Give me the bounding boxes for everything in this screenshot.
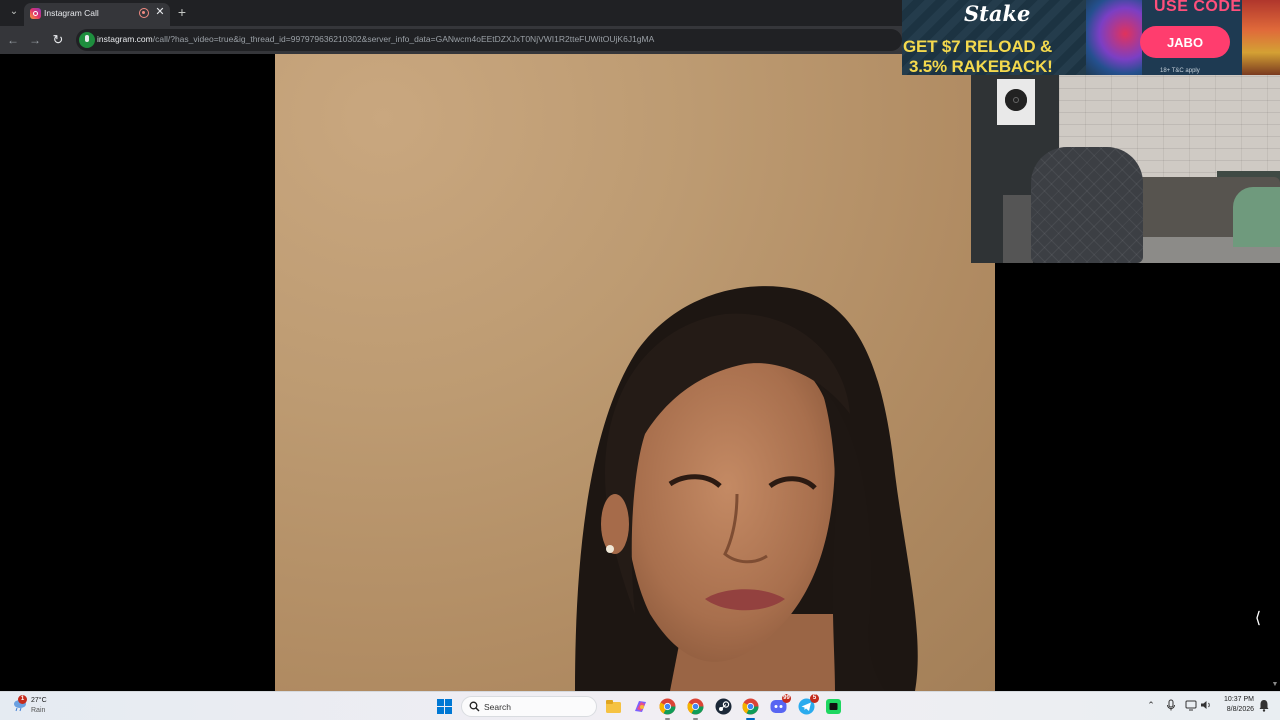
scroll-chevron-down-icon[interactable]: ▼ xyxy=(1270,680,1280,690)
ad-headline-line1: GET $7 RELOAD & xyxy=(903,37,1053,56)
copilot-icon[interactable] xyxy=(631,697,650,716)
tab-search-chevron-icon[interactable]: ⌄ xyxy=(6,4,22,20)
webcam-vinyl-poster xyxy=(997,79,1035,125)
clock-time[interactable]: 10:37 PM xyxy=(1212,696,1254,703)
windows-start-icon[interactable] xyxy=(437,699,452,714)
ad-terms-text: 18+ T&C apply xyxy=(1160,68,1200,74)
tray-chevron-up-icon[interactable]: ⌃ xyxy=(1144,698,1158,712)
search-placeholder: Search xyxy=(484,702,511,712)
telegram-icon[interactable]: 5 xyxy=(797,694,819,716)
back-arrow-icon[interactable]: ← xyxy=(5,32,21,48)
new-tab-plus-icon[interactable]: + xyxy=(174,4,190,20)
volume-icon[interactable] xyxy=(1199,698,1213,712)
screen: ⌄ Instagram Call ✕ + ← → ↻ instagram.com… xyxy=(0,0,1280,720)
taskbar-search-box[interactable]: Search xyxy=(461,696,597,717)
webcam-gaming-chair xyxy=(1031,147,1143,263)
notification-bell-icon[interactable] xyxy=(1258,699,1270,712)
ad-right-panel: USE CODE JABO 18+ T&C apply xyxy=(1140,0,1280,75)
instagram-icon xyxy=(30,8,41,19)
clock-date[interactable]: 8/8/2026 xyxy=(1212,706,1254,713)
webcam-desk xyxy=(1003,195,1033,263)
remote-video-feed[interactable] xyxy=(275,54,995,691)
weather-badge: 1 xyxy=(18,695,27,704)
address-bar[interactable]: instagram.com/call/?has_video=true&ig_th… xyxy=(76,29,902,51)
windows-taskbar: 1 27°C Rain Search 99 5 ⌃ 10:37 PM 8/8/2… xyxy=(0,691,1280,720)
weather-condition: Rain xyxy=(31,707,46,714)
file-explorer-icon[interactable] xyxy=(604,697,623,716)
url-text[interactable]: instagram.com/call/?has_video=true&ig_th… xyxy=(97,34,654,44)
tab-close-icon[interactable]: ✕ xyxy=(153,5,167,19)
discord-icon[interactable]: 99 xyxy=(769,694,791,716)
network-icon[interactable] xyxy=(1184,698,1198,712)
telegram-badge: 5 xyxy=(810,694,819,703)
microphone-icon[interactable] xyxy=(1164,698,1178,712)
ad-left-panel: Stake GET $7 RELOAD & 3.5% RAKEBACK! xyxy=(902,0,1086,75)
recording-indicator-icon xyxy=(139,8,149,18)
messenger-app-icon[interactable] xyxy=(824,697,843,716)
discord-badge: 99 xyxy=(782,694,791,703)
stake-logo: Stake xyxy=(964,1,1031,26)
chrome-profile-icon[interactable] xyxy=(686,697,705,720)
tab-title: Instagram Call xyxy=(44,8,99,18)
forward-arrow-icon[interactable]: → xyxy=(27,32,43,48)
weather-temp: 27°C xyxy=(31,697,47,704)
steam-icon[interactable] xyxy=(714,697,733,716)
streamer-webcam-overlay xyxy=(971,75,1280,263)
chrome-icon[interactable] xyxy=(658,697,677,720)
ad-gift-graphic xyxy=(1242,0,1280,75)
collapse-panel-chevron-icon[interactable]: ⟨ xyxy=(1252,609,1264,629)
ad-use-code-label: USE CODE xyxy=(1154,0,1242,15)
search-icon xyxy=(469,701,480,712)
ad-code-pill: JABO xyxy=(1140,26,1230,58)
browser-tab-instagram-call[interactable]: Instagram Call ✕ xyxy=(24,3,170,26)
webcam-blanket xyxy=(1233,187,1280,247)
microphone-permission-icon[interactable] xyxy=(79,32,95,48)
ad-headline-line2: 3.5% RAKEBACK! xyxy=(909,57,1053,75)
remote-participant-image xyxy=(575,286,918,691)
chrome-active-icon[interactable] xyxy=(741,697,760,720)
ad-ball-graphic xyxy=(1086,0,1142,75)
reload-icon[interactable]: ↻ xyxy=(50,32,66,48)
stream-overlay-ad: Stake GET $7 RELOAD & 3.5% RAKEBACK! USE… xyxy=(902,0,1280,75)
ad-code-text: JABO xyxy=(1166,35,1204,50)
